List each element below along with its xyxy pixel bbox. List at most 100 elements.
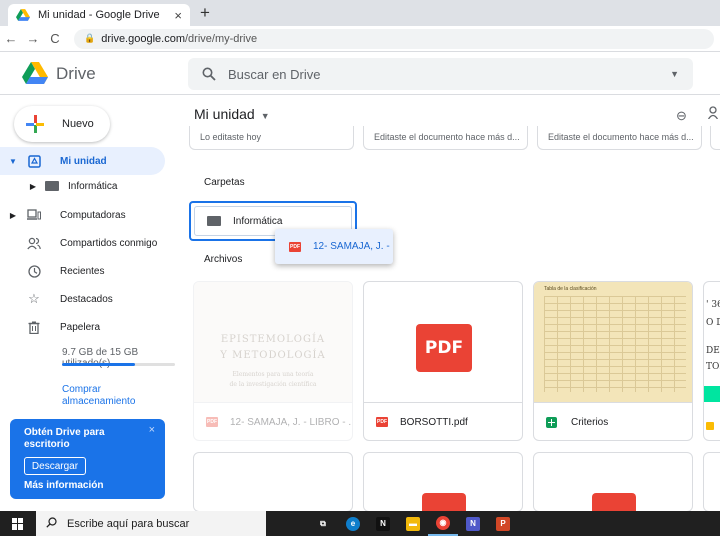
- quick-access-card[interactable]: Lo editaste hoy: [189, 126, 354, 150]
- folders-heading: Carpetas: [204, 177, 245, 188]
- file-card[interactable]: [193, 452, 353, 511]
- sidebar-item-label: Informática: [68, 180, 118, 192]
- file-thumbnail: Tabla de la clasificación: [534, 282, 692, 403]
- powerpoint-taskbar-icon[interactable]: P: [488, 511, 518, 536]
- sidebar-item-informatica[interactable]: ▶ Informática: [0, 172, 165, 200]
- storage-bar-fill: [62, 363, 136, 366]
- windows-start-icon[interactable]: [0, 517, 36, 530]
- chevron-down-icon[interactable]: ▼: [6, 157, 20, 166]
- url-path: /drive/my-drive: [185, 32, 258, 45]
- chevron-right-icon[interactable]: ▶: [26, 182, 40, 191]
- thumb-text: ' 36: [706, 300, 720, 310]
- search-options-icon[interactable]: ▼: [670, 69, 679, 79]
- link-icon[interactable]: ⊖: [676, 108, 687, 124]
- teams-taskbar-icon[interactable]: N: [458, 511, 488, 536]
- sheets-icon: [546, 416, 557, 428]
- quick-access-card[interactable]: E: [710, 126, 720, 150]
- folder-icon: [44, 178, 60, 194]
- url-field[interactable]: 🔒 drive.google.com/drive/my-drive: [74, 28, 714, 49]
- lock-icon: 🔒: [84, 33, 96, 43]
- pdf-badge: [592, 493, 636, 511]
- file-name: Criterios: [571, 416, 609, 428]
- sidebar: Nuevo ▼ Mi unidad ▶ Informática ▶ Comput…: [0, 96, 178, 511]
- taskbar: Escribe aquí para buscar ⧉ e N ▬ ◉ N P: [0, 511, 720, 536]
- quick-access-card[interactable]: Editaste el documento hace más d...: [363, 126, 528, 150]
- download-button[interactable]: Descargar: [24, 457, 86, 475]
- search-input[interactable]: Buscar en Drive ▼: [188, 58, 693, 90]
- brand-name[interactable]: Drive: [56, 64, 96, 84]
- url-host: drive.google.com: [101, 32, 185, 45]
- file-card[interactable]: EPISTEMOLOGÍA Y METODOLOGÍA Elementos par…: [193, 281, 353, 441]
- address-bar-row: ← → C 🔒 drive.google.com/drive/my-drive: [0, 26, 720, 52]
- sidebar-item-label: Papelera: [60, 321, 101, 333]
- drive-favicon-icon: [16, 8, 30, 22]
- buy-storage-link[interactable]: Comprar almacenamiento: [62, 384, 162, 408]
- sidebar-item-starred[interactable]: ☆ Destacados: [0, 285, 165, 313]
- add-person-icon[interactable]: [707, 106, 719, 122]
- storage-bar: [62, 363, 175, 366]
- sidebar-item-recent[interactable]: Recientes: [0, 257, 165, 285]
- powerpoint-icon: P: [496, 516, 510, 531]
- tab-close-icon[interactable]: ×: [174, 8, 182, 23]
- chevron-down-icon[interactable]: ▼: [261, 111, 270, 121]
- sidebar-item-label: Destacados: [60, 293, 113, 305]
- file-card[interactable]: Tabla de la clasificación Criterios: [533, 281, 693, 441]
- edge-taskbar-icon[interactable]: e: [338, 511, 368, 536]
- taskbar-search-input[interactable]: Escribe aquí para buscar: [36, 511, 266, 536]
- file-card[interactable]: [363, 452, 523, 511]
- explorer-taskbar-icon[interactable]: ▬: [398, 511, 428, 536]
- pdf-badge: PDF: [416, 324, 472, 372]
- close-icon[interactable]: ×: [149, 424, 155, 436]
- file-name: 12- SAMAJA, J. - LIBRO - ...: [230, 416, 352, 428]
- more-info-link[interactable]: Más información: [24, 480, 151, 491]
- drive-logo-icon[interactable]: [22, 62, 48, 84]
- search-icon: [46, 516, 57, 531]
- sidebar-item-shared[interactable]: Compartidos conmigo: [0, 229, 165, 257]
- new-button[interactable]: Nuevo: [14, 106, 110, 142]
- file-thumbnail: EPISTEMOLOGÍA Y METODOLOGÍA Elementos par…: [194, 282, 352, 403]
- my-drive-icon: [26, 153, 42, 169]
- folder-name: Informática: [233, 215, 283, 227]
- taskbar-apps: ⧉ e N ▬ ◉ N P: [308, 511, 518, 536]
- thumb-text: de la investigación científica: [229, 381, 317, 388]
- quick-access-card[interactable]: Editaste el documento hace más d...: [537, 126, 702, 150]
- sidebar-item-my-drive[interactable]: ▼ Mi unidad: [0, 147, 165, 175]
- file-card-partial[interactable]: ' 36 O DE DE E TOR: [703, 281, 720, 441]
- sidebar-item-computers[interactable]: ▶ Computadoras: [0, 201, 165, 229]
- chevron-right-icon[interactable]: ▶: [6, 211, 20, 220]
- reload-icon[interactable]: C: [44, 31, 66, 46]
- dragged-file[interactable]: PDF 12- SAMAJA, J. - LI: [275, 229, 393, 264]
- pdf-badge: [422, 493, 466, 511]
- forward-icon[interactable]: →: [22, 31, 44, 46]
- main-content: Mi unidad ▼ ⊖ Lo editaste hoy Editaste el…: [178, 96, 720, 511]
- promo-title: Obtén Drive para escritorio: [24, 427, 105, 450]
- file-card-partial[interactable]: [703, 452, 720, 511]
- browser-tab[interactable]: Mi unidad - Google Drive ×: [8, 4, 190, 26]
- thumb-text: TOR: [706, 362, 720, 372]
- file-name-row: PDF BORSOTTI.pdf: [364, 403, 522, 440]
- task-view-icon: ⧉: [316, 516, 330, 531]
- file-card[interactable]: [533, 452, 693, 511]
- search-placeholder: Buscar en Drive: [228, 66, 321, 82]
- task-view-taskbar-icon[interactable]: ⧉: [308, 511, 338, 536]
- edge-icon: e: [346, 516, 360, 531]
- search-icon[interactable]: [202, 67, 216, 81]
- new-tab-button[interactable]: +: [200, 3, 210, 23]
- sidebar-item-trash[interactable]: Papelera: [0, 313, 165, 341]
- shared-people-icon: [26, 235, 42, 251]
- netflix-icon: N: [376, 516, 390, 531]
- page-title-text: Mi unidad: [194, 106, 255, 122]
- file-card[interactable]: PDF PDF BORSOTTI.pdf: [363, 281, 523, 441]
- thumb-text: DE E: [706, 346, 720, 356]
- star-icon: ☆: [28, 291, 40, 306]
- dragged-file-name: 12- SAMAJA, J. - LI: [313, 241, 393, 252]
- sidebar-item-label: Mi unidad: [60, 155, 107, 167]
- thumb-text: Tabla de la clasificación: [544, 286, 597, 292]
- sidebar-item-label: Compartidos conmigo: [60, 237, 158, 249]
- back-icon[interactable]: ←: [0, 31, 22, 46]
- chrome-taskbar-icon[interactable]: ◉: [428, 511, 458, 536]
- browser-tabstrip: Mi unidad - Google Drive × +: [0, 0, 720, 26]
- pdf-file-icon: PDF: [206, 417, 218, 427]
- page-title[interactable]: Mi unidad ▼: [194, 106, 270, 122]
- netflix-taskbar-icon[interactable]: N: [368, 511, 398, 536]
